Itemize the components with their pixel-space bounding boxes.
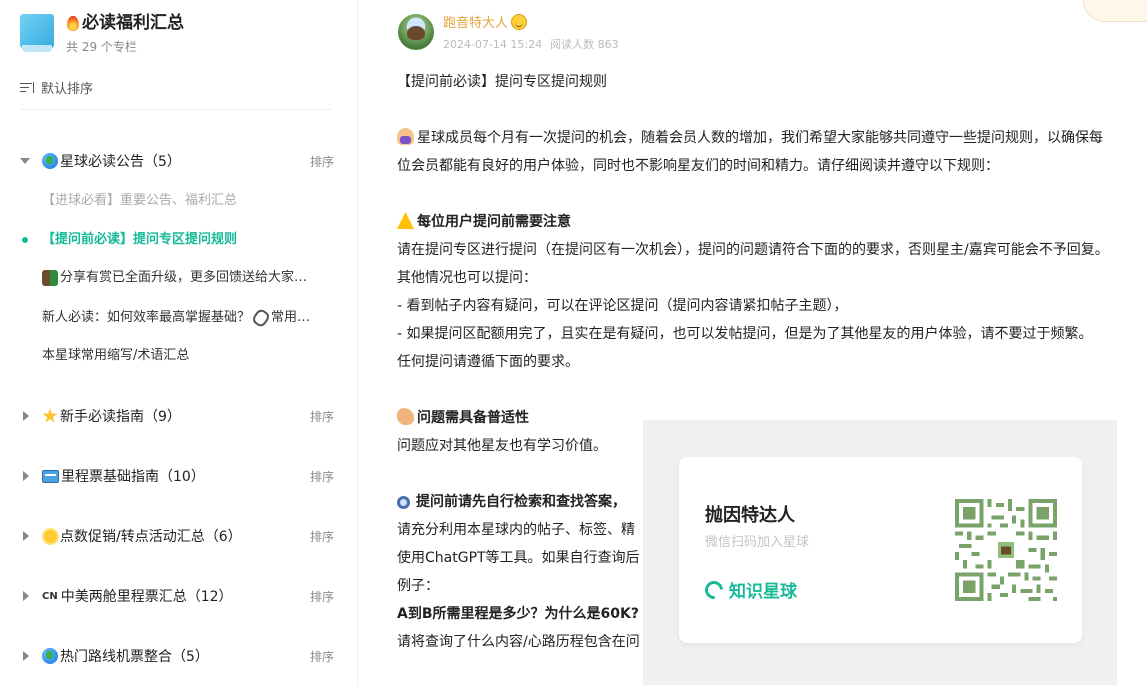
caret-right-icon[interactable] xyxy=(20,471,30,481)
post-date: 2024-07-14 15:24 xyxy=(443,38,543,51)
category-label: 里程票基础指南（10） xyxy=(61,469,205,485)
qr-code xyxy=(955,499,1057,601)
list-item[interactable]: 新人必读：如何效率最高掌握基础？ 常用… xyxy=(42,308,334,328)
category-item[interactable]: 星球必读公告（5） 排序 xyxy=(20,149,334,173)
category-item[interactable]: 热门路线机票整合（5） 排序 xyxy=(20,644,334,668)
category-label: 点数促销/转点活动汇总（6） xyxy=(60,529,242,545)
caret-right-icon[interactable] xyxy=(20,651,30,661)
paragraph: - 看到帖子内容有疑问，可以在评论区提问（提问内容请紧扣帖子主题）， xyxy=(397,298,848,314)
sort-icon xyxy=(20,81,34,94)
people-icon xyxy=(42,270,58,286)
author-name[interactable]: 跑音特大人 xyxy=(443,12,619,31)
section-heading-text: 每位用户提问前需要注意 xyxy=(417,214,571,230)
paragraph: 请在提问专区进行提问（在提问区有一次机会），提问的问题请符合下面的的要求，否则星… xyxy=(397,242,1109,286)
category-label: 中美两舱里程票汇总（12） xyxy=(60,589,233,605)
book-icon xyxy=(20,13,54,54)
post-meta: 2024-07-14 15:24 阅读人数 863 xyxy=(443,36,619,52)
caret-right-icon[interactable] xyxy=(20,411,30,421)
avatar[interactable] xyxy=(398,14,434,50)
category-sort-button[interactable]: 排序 xyxy=(310,528,334,545)
mascot-decoration xyxy=(1083,0,1147,22)
category-item[interactable]: 新手必读指南（9） 排序 xyxy=(20,404,334,428)
qr-popup-card: 抛因特达人 微信扫码加入星球 知识星球 xyxy=(679,457,1082,643)
read-count: 阅读人数 863 xyxy=(550,38,619,51)
category-sort-button[interactable]: 排序 xyxy=(310,153,334,170)
column-count: 共 29 个专栏 xyxy=(66,40,137,54)
default-sort-button[interactable]: 默认排序 xyxy=(20,78,93,97)
caret-right-icon[interactable] xyxy=(20,591,30,601)
list-item-active[interactable]: 【提问前必读】提问专区提问规则 xyxy=(42,230,334,250)
paperclip-icon xyxy=(250,308,272,328)
post-title: 【提问前必读】提问专区提问规则 xyxy=(397,74,607,90)
list-item-label: 【提问前必读】提问专区提问规则 xyxy=(42,232,238,247)
paragraph: - 如果提问区配额用完了，且实在是有疑问，也可以发帖提问，但是为了其他星友的用户… xyxy=(397,326,1093,342)
category-sort-button[interactable]: 排序 xyxy=(310,468,334,485)
column-title: 必读福利汇总 xyxy=(66,12,184,34)
person-raising-hand-icon xyxy=(397,128,414,145)
scan-hint: 微信扫码加入星球 xyxy=(705,535,810,550)
zsxq-logo-icon xyxy=(701,576,727,603)
post-intro-text: 星球成员每个月有一次提问的机会，随着会员人数的增加，我们希望大家能够共同遵守一些… xyxy=(397,130,1103,174)
list-item[interactable]: 分享有赏已全面升级，更多回馈送给大家… xyxy=(42,268,334,288)
list-item-label: 【进球必看】重要公告、福利汇总 xyxy=(42,193,238,208)
category-item[interactable]: 里程票基础指南（10） 排序 xyxy=(20,464,334,488)
divider xyxy=(20,109,332,110)
category-label: 星球必读公告（5） xyxy=(60,154,181,170)
category-item[interactable]: CN 中美两舱里程票汇总（12） 排序 xyxy=(20,584,334,608)
star-icon xyxy=(42,408,58,423)
category-label: 热门路线机票整合（5） xyxy=(60,649,209,665)
list-item-label: 分享有赏已全面升级，更多回馈送给大家… xyxy=(60,270,308,285)
category-sort-button[interactable]: 排序 xyxy=(310,588,334,605)
category-item[interactable]: 点数促销/转点活动汇总（6） 排序 xyxy=(20,524,334,548)
list-item-suffix: 常用… xyxy=(271,310,311,325)
caret-right-icon[interactable] xyxy=(20,531,30,541)
warning-icon xyxy=(397,212,414,229)
section-heading: 每位用户提问前需要注意 xyxy=(397,208,1109,236)
post-intro: 星球成员每个月有一次提问的机会，随着会员人数的增加，我们希望大家能够共同遵守一些… xyxy=(397,124,1109,180)
planet-name: 抛因特达人 xyxy=(705,505,795,526)
category-label: 新手必读指南（9） xyxy=(60,409,181,425)
globe-icon xyxy=(42,153,58,169)
globe-icon xyxy=(42,648,58,664)
credit-card-icon xyxy=(42,469,59,483)
paragraph: 任何提问请遵循下面的要求。 xyxy=(397,354,579,370)
author-bar: 跑音特大人 2024-07-14 15:24 阅读人数 863 xyxy=(398,12,619,52)
list-item[interactable]: 【进球必看】重要公告、福利汇总 xyxy=(42,191,334,211)
section-heading-text: 提问前请先自行检索和查找答案， xyxy=(416,494,626,510)
paragraph-text: 请充分利用本星球内的帖子、标签、精 xyxy=(397,522,635,538)
column-sidebar: 必读福利汇总 共 29 个专栏 默认排序 星球必读公告（5） 排序 【进球必看】… xyxy=(0,0,358,685)
list-item-label: 本星球常用缩写/术语汇总 xyxy=(42,348,190,363)
fire-icon xyxy=(66,14,80,32)
list-item-label: 新人必读：如何效率最高掌握基础？ xyxy=(42,310,251,325)
section-heading-text: 问题需具备普适性 xyxy=(417,410,529,426)
brand-text: 知识星球 xyxy=(729,582,797,602)
smile-icon xyxy=(511,13,528,30)
active-indicator xyxy=(22,237,28,243)
list-item[interactable]: 本星球常用缩写/术语汇总 xyxy=(42,346,334,366)
sun-icon xyxy=(44,529,57,543)
author-name-text[interactable]: 跑音特大人 xyxy=(443,12,508,31)
sort-label: 默认排序 xyxy=(41,82,94,97)
magnifier-icon xyxy=(397,496,410,509)
brand-logo: 知识星球 xyxy=(701,576,797,603)
caret-down-icon[interactable] xyxy=(20,156,30,166)
cn-flag-icon: CN xyxy=(42,590,58,602)
category-sort-button[interactable]: 排序 xyxy=(310,648,334,665)
column-header: 必读福利汇总 共 29 个专栏 xyxy=(20,12,184,55)
muscle-icon xyxy=(397,408,414,425)
category-sort-button[interactable]: 排序 xyxy=(310,408,334,425)
column-title-text: 必读福利汇总 xyxy=(82,13,184,33)
